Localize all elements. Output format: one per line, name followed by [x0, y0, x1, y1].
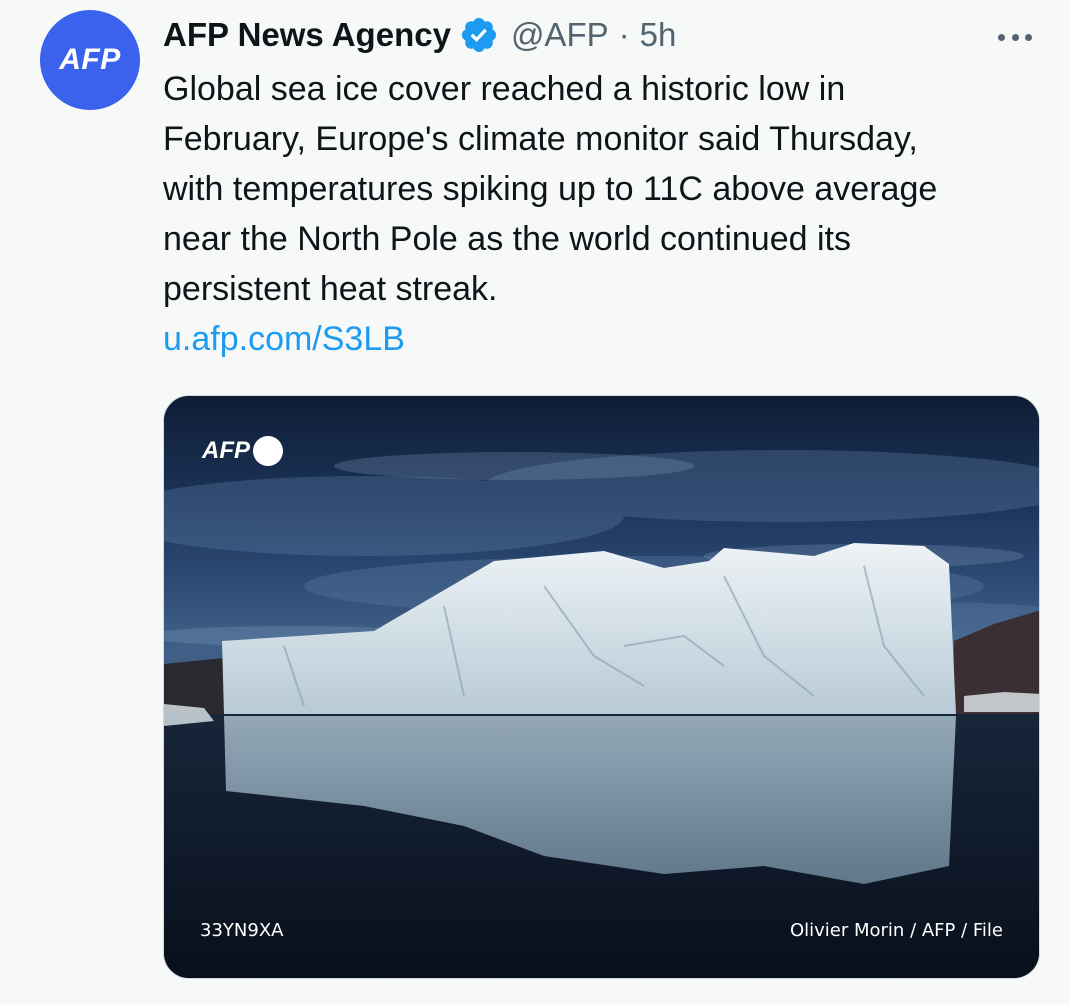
- watermark-text: AFP: [202, 437, 250, 464]
- tweet-text-line: near the North Pole as the world continu…: [163, 220, 851, 258]
- watermark-dot-icon: [253, 436, 283, 466]
- more-options-icon[interactable]: [995, 17, 1035, 57]
- header-separator: ·: [618, 16, 630, 53]
- photo-credit: Olivier Morin / AFP / File: [789, 920, 1003, 941]
- tweet-text-line: February, Europe's climate monitor said …: [163, 120, 918, 158]
- tweet-header: AFP News Agency @AFP · 5h: [163, 12, 676, 58]
- tweet-text-line: persistent heat streak.: [163, 270, 498, 308]
- verified-badge-icon[interactable]: [459, 15, 499, 55]
- tweet-link[interactable]: u.afp.com/S3LB: [163, 314, 405, 364]
- tweet-text: Global sea ice cover reached a historic …: [163, 64, 1043, 314]
- tweet-timestamp[interactable]: 5h: [640, 16, 677, 54]
- iceberg-photo: [164, 396, 1039, 978]
- author-display-name[interactable]: AFP News Agency: [163, 16, 451, 54]
- afp-watermark-logo: AFP: [202, 436, 283, 466]
- tweet-media-image[interactable]: AFP 33YN9XA Olivier Morin / AFP / File: [163, 395, 1040, 979]
- photo-id: 33YN9XA: [200, 920, 284, 941]
- avatar-logo-text: AFP: [59, 43, 121, 76]
- tweet-text-line: Global sea ice cover reached a historic …: [163, 70, 846, 108]
- author-handle[interactable]: @AFP: [511, 16, 609, 54]
- author-avatar[interactable]: AFP: [40, 10, 140, 110]
- tweet-text-line: with temperatures spiking up to 11C abov…: [163, 170, 938, 208]
- tweet[interactable]: AFP AFP News Agency @AFP · 5h Global sea…: [0, 0, 1070, 1004]
